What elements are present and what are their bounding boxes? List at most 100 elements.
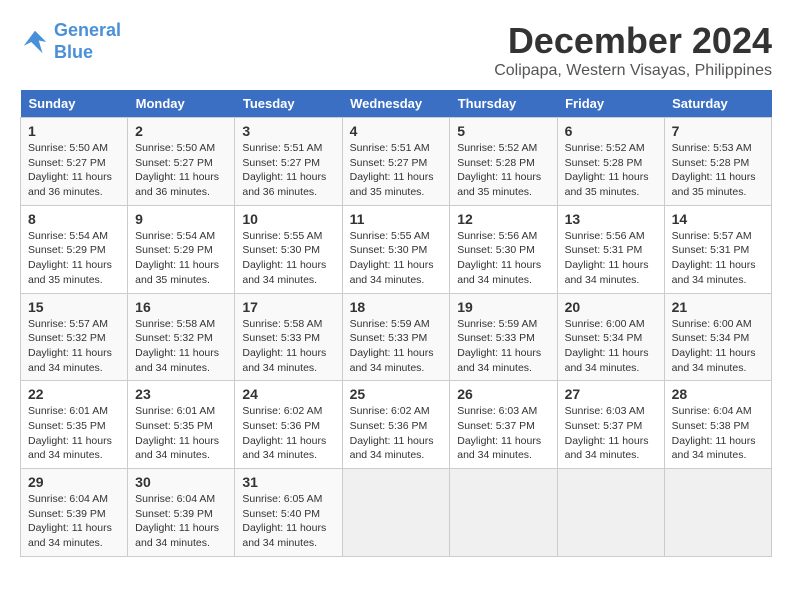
page-header: General Blue December 2024 Colipapa, Wes… [20, 20, 772, 80]
calendar-day-cell: 20 Sunrise: 6:00 AMSunset: 5:34 PMDaylig… [557, 293, 664, 381]
calendar-day-cell: 4 Sunrise: 5:51 AMSunset: 5:27 PMDayligh… [342, 118, 450, 206]
day-number: 6 [565, 123, 657, 139]
calendar-day-cell: 19 Sunrise: 5:59 AMSunset: 5:33 PMDaylig… [450, 293, 557, 381]
title-block: December 2024 Colipapa, Western Visayas,… [494, 20, 772, 80]
calendar-day-cell: 9 Sunrise: 5:54 AMSunset: 5:29 PMDayligh… [128, 205, 235, 293]
calendar-day-cell: 8 Sunrise: 5:54 AMSunset: 5:29 PMDayligh… [21, 205, 128, 293]
day-info: Sunrise: 5:58 AMSunset: 5:32 PMDaylight:… [135, 318, 219, 374]
day-number: 29 [28, 474, 120, 490]
location-title: Colipapa, Western Visayas, Philippines [494, 62, 772, 80]
day-info: Sunrise: 5:52 AMSunset: 5:28 PMDaylight:… [565, 142, 649, 198]
day-info: Sunrise: 5:50 AMSunset: 5:27 PMDaylight:… [135, 142, 219, 198]
day-info: Sunrise: 6:04 AMSunset: 5:39 PMDaylight:… [28, 493, 112, 549]
day-number: 8 [28, 211, 120, 227]
day-info: Sunrise: 5:55 AMSunset: 5:30 PMDaylight:… [242, 230, 326, 286]
calendar-day-cell: 7 Sunrise: 5:53 AMSunset: 5:28 PMDayligh… [664, 118, 771, 206]
calendar-day-cell: 3 Sunrise: 5:51 AMSunset: 5:27 PMDayligh… [235, 118, 342, 206]
weekday-header: Saturday [664, 90, 771, 118]
day-info: Sunrise: 5:51 AMSunset: 5:27 PMDaylight:… [350, 142, 434, 198]
day-info: Sunrise: 5:50 AMSunset: 5:27 PMDaylight:… [28, 142, 112, 198]
day-info: Sunrise: 5:54 AMSunset: 5:29 PMDaylight:… [135, 230, 219, 286]
calendar-day-cell: 16 Sunrise: 5:58 AMSunset: 5:32 PMDaylig… [128, 293, 235, 381]
day-info: Sunrise: 5:58 AMSunset: 5:33 PMDaylight:… [242, 318, 326, 374]
day-number: 1 [28, 123, 120, 139]
day-info: Sunrise: 5:59 AMSunset: 5:33 PMDaylight:… [350, 318, 434, 374]
calendar-day-cell [557, 469, 664, 557]
calendar-day-cell: 22 Sunrise: 6:01 AMSunset: 5:35 PMDaylig… [21, 381, 128, 469]
day-number: 17 [242, 299, 334, 315]
calendar-day-cell: 18 Sunrise: 5:59 AMSunset: 5:33 PMDaylig… [342, 293, 450, 381]
calendar-day-cell: 23 Sunrise: 6:01 AMSunset: 5:35 PMDaylig… [128, 381, 235, 469]
weekday-header: Tuesday [235, 90, 342, 118]
calendar-day-cell: 14 Sunrise: 5:57 AMSunset: 5:31 PMDaylig… [664, 205, 771, 293]
calendar-day-cell: 26 Sunrise: 6:03 AMSunset: 5:37 PMDaylig… [450, 381, 557, 469]
calendar-day-cell: 21 Sunrise: 6:00 AMSunset: 5:34 PMDaylig… [664, 293, 771, 381]
calendar-week-row: 8 Sunrise: 5:54 AMSunset: 5:29 PMDayligh… [21, 205, 772, 293]
weekday-header: Thursday [450, 90, 557, 118]
calendar-day-cell: 10 Sunrise: 5:55 AMSunset: 5:30 PMDaylig… [235, 205, 342, 293]
day-number: 5 [457, 123, 549, 139]
day-info: Sunrise: 5:55 AMSunset: 5:30 PMDaylight:… [350, 230, 434, 286]
day-info: Sunrise: 5:54 AMSunset: 5:29 PMDaylight:… [28, 230, 112, 286]
calendar-week-row: 15 Sunrise: 5:57 AMSunset: 5:32 PMDaylig… [21, 293, 772, 381]
day-number: 14 [672, 211, 764, 227]
day-info: Sunrise: 5:53 AMSunset: 5:28 PMDaylight:… [672, 142, 756, 198]
calendar-day-cell [450, 469, 557, 557]
logo-icon [20, 27, 50, 57]
day-info: Sunrise: 6:02 AMSunset: 5:36 PMDaylight:… [350, 405, 434, 461]
day-number: 21 [672, 299, 764, 315]
calendar-day-cell: 6 Sunrise: 5:52 AMSunset: 5:28 PMDayligh… [557, 118, 664, 206]
day-info: Sunrise: 6:05 AMSunset: 5:40 PMDaylight:… [242, 493, 326, 549]
day-number: 18 [350, 299, 443, 315]
logo-text: General Blue [54, 20, 121, 63]
day-number: 7 [672, 123, 764, 139]
day-info: Sunrise: 6:01 AMSunset: 5:35 PMDaylight:… [135, 405, 219, 461]
calendar-week-row: 29 Sunrise: 6:04 AMSunset: 5:39 PMDaylig… [21, 469, 772, 557]
weekday-header: Sunday [21, 90, 128, 118]
calendar-day-cell: 11 Sunrise: 5:55 AMSunset: 5:30 PMDaylig… [342, 205, 450, 293]
day-number: 19 [457, 299, 549, 315]
calendar-day-cell [664, 469, 771, 557]
calendar-day-cell: 30 Sunrise: 6:04 AMSunset: 5:39 PMDaylig… [128, 469, 235, 557]
calendar-day-cell: 27 Sunrise: 6:03 AMSunset: 5:37 PMDaylig… [557, 381, 664, 469]
calendar-day-cell: 5 Sunrise: 5:52 AMSunset: 5:28 PMDayligh… [450, 118, 557, 206]
day-number: 11 [350, 211, 443, 227]
calendar-week-row: 22 Sunrise: 6:01 AMSunset: 5:35 PMDaylig… [21, 381, 772, 469]
day-info: Sunrise: 6:02 AMSunset: 5:36 PMDaylight:… [242, 405, 326, 461]
day-info: Sunrise: 6:00 AMSunset: 5:34 PMDaylight:… [565, 318, 649, 374]
calendar-day-cell: 1 Sunrise: 5:50 AMSunset: 5:27 PMDayligh… [21, 118, 128, 206]
day-number: 24 [242, 386, 334, 402]
calendar-day-cell: 25 Sunrise: 6:02 AMSunset: 5:36 PMDaylig… [342, 381, 450, 469]
day-number: 27 [565, 386, 657, 402]
day-number: 20 [565, 299, 657, 315]
calendar-day-cell: 13 Sunrise: 5:56 AMSunset: 5:31 PMDaylig… [557, 205, 664, 293]
day-number: 10 [242, 211, 334, 227]
weekday-header: Wednesday [342, 90, 450, 118]
day-number: 23 [135, 386, 227, 402]
day-info: Sunrise: 6:04 AMSunset: 5:38 PMDaylight:… [672, 405, 756, 461]
logo: General Blue [20, 20, 121, 63]
day-info: Sunrise: 5:51 AMSunset: 5:27 PMDaylight:… [242, 142, 326, 198]
calendar-day-cell [342, 469, 450, 557]
calendar-day-cell: 2 Sunrise: 5:50 AMSunset: 5:27 PMDayligh… [128, 118, 235, 206]
day-info: Sunrise: 5:57 AMSunset: 5:32 PMDaylight:… [28, 318, 112, 374]
day-number: 9 [135, 211, 227, 227]
day-number: 2 [135, 123, 227, 139]
calendar-day-cell: 24 Sunrise: 6:02 AMSunset: 5:36 PMDaylig… [235, 381, 342, 469]
calendar-day-cell: 17 Sunrise: 5:58 AMSunset: 5:33 PMDaylig… [235, 293, 342, 381]
day-number: 30 [135, 474, 227, 490]
day-info: Sunrise: 6:03 AMSunset: 5:37 PMDaylight:… [457, 405, 541, 461]
day-number: 25 [350, 386, 443, 402]
day-number: 3 [242, 123, 334, 139]
calendar-table: SundayMondayTuesdayWednesdayThursdayFrid… [20, 90, 772, 557]
month-title: December 2024 [494, 20, 772, 62]
weekday-header: Monday [128, 90, 235, 118]
calendar-week-row: 1 Sunrise: 5:50 AMSunset: 5:27 PMDayligh… [21, 118, 772, 206]
calendar-header-row: SundayMondayTuesdayWednesdayThursdayFrid… [21, 90, 772, 118]
weekday-header: Friday [557, 90, 664, 118]
day-info: Sunrise: 5:57 AMSunset: 5:31 PMDaylight:… [672, 230, 756, 286]
day-info: Sunrise: 6:01 AMSunset: 5:35 PMDaylight:… [28, 405, 112, 461]
calendar-day-cell: 29 Sunrise: 6:04 AMSunset: 5:39 PMDaylig… [21, 469, 128, 557]
day-number: 22 [28, 386, 120, 402]
day-number: 15 [28, 299, 120, 315]
